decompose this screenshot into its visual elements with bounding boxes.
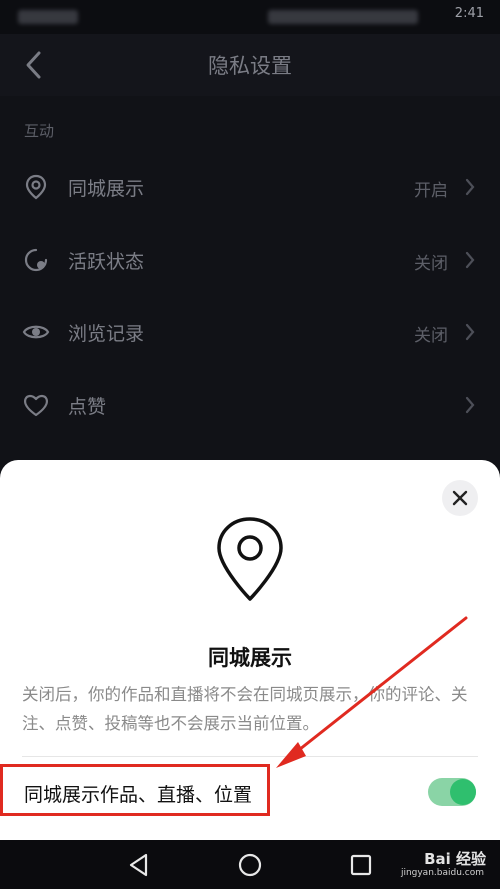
chevron-right-icon [465, 178, 475, 196]
row-label: 同城展示 [68, 178, 145, 200]
nav-back-icon[interactable] [126, 852, 152, 878]
status-time: 2:41 [454, 6, 484, 21]
toggle-knob [450, 779, 476, 805]
row-value: 开启 [414, 181, 448, 201]
bottom-sheet: 同城展示 关闭后，你的作品和直播将不会在同城页展示，你的评论、关注、点赞、投稿等… [0, 460, 500, 840]
row-value: 关闭 [414, 254, 448, 274]
chevron-right-icon [465, 251, 475, 269]
annotation-highlight-box [0, 764, 270, 816]
location-pin-icon [217, 517, 283, 601]
watermark-url: jingyan.baidu.com [400, 868, 484, 878]
row-label: 活跃状态 [68, 251, 145, 273]
watermark-brand: Bai 经验 [424, 850, 486, 868]
nav-home-icon[interactable] [237, 852, 263, 878]
chevron-right-icon [465, 323, 475, 341]
divider [22, 756, 478, 757]
location-pin-icon [25, 174, 47, 200]
sheet-description: 关闭后，你的作品和直播将不会在同城页展示，你的评论、关注、点赞、投稿等也不会展示… [22, 685, 468, 733]
system-nav-bar: Bai 经验 jingyan.baidu.com [0, 840, 500, 889]
heart-icon [24, 394, 48, 417]
row-likes[interactable]: 点赞 [0, 375, 500, 435]
status-blur-left [18, 10, 78, 24]
row-browse-history[interactable]: 浏览记录 关闭 [0, 302, 500, 362]
local-display-toggle[interactable] [428, 778, 476, 806]
chevron-right-icon [465, 396, 475, 414]
row-activity-status[interactable]: 活跃状态 关闭 [0, 230, 500, 290]
close-icon [452, 490, 468, 506]
close-button[interactable] [442, 480, 478, 516]
row-local-display[interactable]: 同城展示 开启 [0, 157, 500, 217]
status-blur-right [268, 10, 418, 24]
sheet-title: 同城展示 [208, 646, 292, 670]
row-label: 浏览记录 [68, 323, 145, 345]
page-title: 隐私设置 [208, 54, 292, 78]
activity-status-icon [24, 248, 48, 272]
row-label: 点赞 [68, 396, 107, 418]
header: 隐私设置 [0, 34, 500, 96]
eye-icon [22, 325, 50, 339]
section-label: 互动 [24, 122, 55, 140]
status-bar: 2:41 [0, 0, 500, 34]
nav-recents-icon[interactable] [348, 852, 374, 878]
row-value: 关闭 [414, 326, 448, 346]
